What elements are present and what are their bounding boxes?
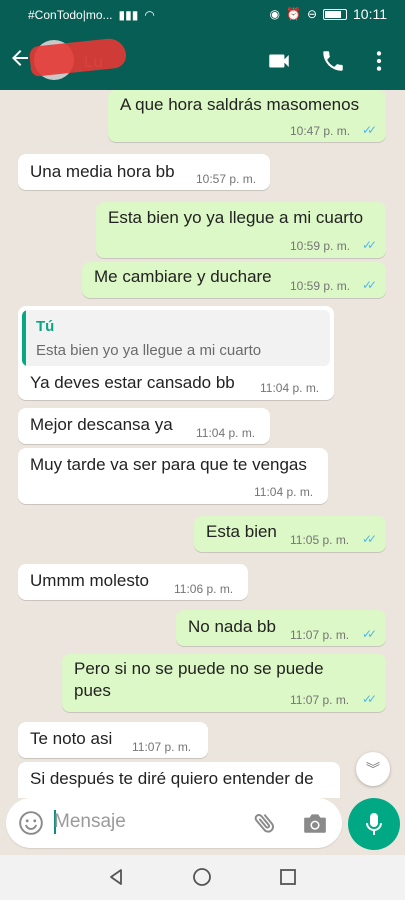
do-not-disturb-icon: ⊖ — [306, 7, 317, 21]
nav-home-icon[interactable] — [192, 867, 212, 887]
message-time: 11:07 p. m. — [132, 740, 192, 754]
eye-icon: ◉ — [269, 7, 280, 21]
alarm-icon: ⏰ — [285, 7, 301, 21]
chevron-double-down-icon: ︾ — [366, 761, 380, 777]
emoji-icon[interactable] — [18, 810, 44, 836]
quoted-reply[interactable]: Tú Esta bien yo ya llegue a mi cuarto — [22, 310, 330, 366]
message-text: Si después te diré quiero entender de — [30, 769, 314, 788]
message-text: Muy tarde va ser para que te vengas — [30, 455, 307, 474]
system-navigation-bar — [0, 855, 405, 900]
more-vertical-icon[interactable] — [366, 48, 392, 74]
quote-text: Esta bien yo ya llegue a mi cuarto — [36, 342, 262, 359]
message-bubble-outgoing[interactable]: Me cambiare y duchare 10:59 p. m. ✓✓ — [82, 262, 386, 298]
message-text: Te noto asi — [30, 729, 113, 748]
message-bubble-incoming[interactable]: Ummm molesto 11:06 p. m. — [18, 564, 248, 600]
wifi-icon: ◠ — [144, 8, 155, 22]
clock: 10:11 — [353, 6, 387, 22]
chat-header: Lu — [0, 30, 405, 90]
message-time: 11:05 p. m. — [290, 533, 350, 547]
quote-accent-bar — [22, 310, 26, 366]
message-time: 11:04 p. m. — [196, 426, 256, 440]
message-text: Mejor descansa ya — [30, 415, 173, 434]
message-text: Ya deves estar cansado bb — [30, 373, 235, 392]
message-bubble-incoming[interactable]: Tú Esta bien yo ya llegue a mi cuarto Ya… — [18, 306, 334, 400]
message-bubble-incoming[interactable]: Una media hora bb 10:57 p. m. — [18, 154, 270, 190]
nav-recents-icon[interactable] — [278, 867, 298, 887]
signal-icon: ▮▮▮ — [118, 8, 139, 22]
battery-icon — [323, 8, 347, 20]
carrier-label: #ConTodo|mo... — [28, 8, 113, 22]
read-receipt-icon: ✓✓ — [362, 238, 377, 252]
message-bubble-incoming[interactable]: Mejor descansa ya 11:04 p. m. — [18, 408, 270, 444]
message-bubble-outgoing[interactable]: Esta bien 11:05 p. m. ✓✓ — [194, 516, 386, 552]
message-text: Esta bien — [206, 522, 277, 541]
read-receipt-icon: ✓✓ — [362, 123, 377, 137]
microphone-icon — [366, 813, 382, 835]
message-bubble-outgoing[interactable]: A que hora saldrás masomenos 10:47 p. m.… — [108, 90, 386, 142]
nav-back-icon[interactable] — [106, 867, 126, 887]
message-time: 11:04 p. m. — [254, 485, 314, 499]
scroll-to-bottom-button[interactable]: ︾ — [356, 752, 390, 786]
message-time: 11:06 p. m. — [174, 582, 234, 596]
message-bubble-outgoing[interactable]: Pero si no se puede no se puede pues 11:… — [62, 654, 386, 712]
message-text: Me cambiare y duchare — [94, 267, 272, 286]
message-time: 11:07 p. m. — [290, 628, 350, 642]
read-receipt-icon: ✓✓ — [362, 532, 377, 546]
voice-message-button[interactable] — [348, 798, 400, 850]
message-bubble-outgoing[interactable]: Esta bien yo ya llegue a mi cuarto 10:59… — [96, 202, 386, 258]
message-time: 11:07 p. m. — [290, 693, 350, 707]
read-receipt-icon: ✓✓ — [362, 627, 377, 641]
quote-author: Tú — [36, 318, 55, 335]
paperclip-icon[interactable] — [252, 810, 278, 836]
read-receipt-icon: ✓✓ — [362, 692, 377, 706]
message-input[interactable]: Mensaje — [54, 811, 126, 833]
message-text: No nada bb — [188, 617, 276, 636]
message-text: Esta bien yo ya llegue a mi cuarto — [108, 208, 364, 227]
arrow-left-icon[interactable] — [8, 46, 32, 70]
status-bar: #ConTodo|mo... ▮▮▮ ◠ ◉ ⏰ ⊖ 10:11 — [0, 0, 405, 30]
phone-icon[interactable] — [320, 48, 346, 74]
camera-icon[interactable] — [302, 811, 328, 835]
message-text-line-1: Pero si no se puede no se puede — [74, 659, 324, 678]
message-time: 11:04 p. m. — [260, 381, 320, 395]
video-camera-icon[interactable] — [266, 48, 292, 74]
message-composer[interactable]: Mensaje — [6, 798, 342, 848]
message-bubble-incoming[interactable]: Te noto asi 11:07 p. m. — [18, 722, 208, 758]
read-receipt-icon: ✓✓ — [362, 278, 377, 292]
message-time: 10:47 p. m. — [290, 124, 351, 138]
message-text: Una media hora bb — [30, 162, 175, 181]
message-bubble-incoming[interactable]: Muy tarde va ser para que te vengas 11:0… — [18, 448, 328, 504]
message-time: 10:59 p. m. — [290, 279, 351, 293]
message-time: 10:57 p. m. — [196, 172, 257, 186]
message-bubble-incoming[interactable]: Si después te diré quiero entender de — [18, 762, 340, 798]
message-bubble-outgoing[interactable]: No nada bb 11:07 p. m. ✓✓ — [176, 610, 386, 646]
message-text-line-2: pues — [74, 681, 111, 700]
message-list[interactable]: A que hora saldrás masomenos 10:47 p. m.… — [0, 90, 405, 798]
message-text: Ummm molesto — [30, 571, 150, 590]
message-text: A que hora saldrás masomenos — [120, 95, 360, 114]
message-time: 10:59 p. m. — [290, 239, 351, 253]
